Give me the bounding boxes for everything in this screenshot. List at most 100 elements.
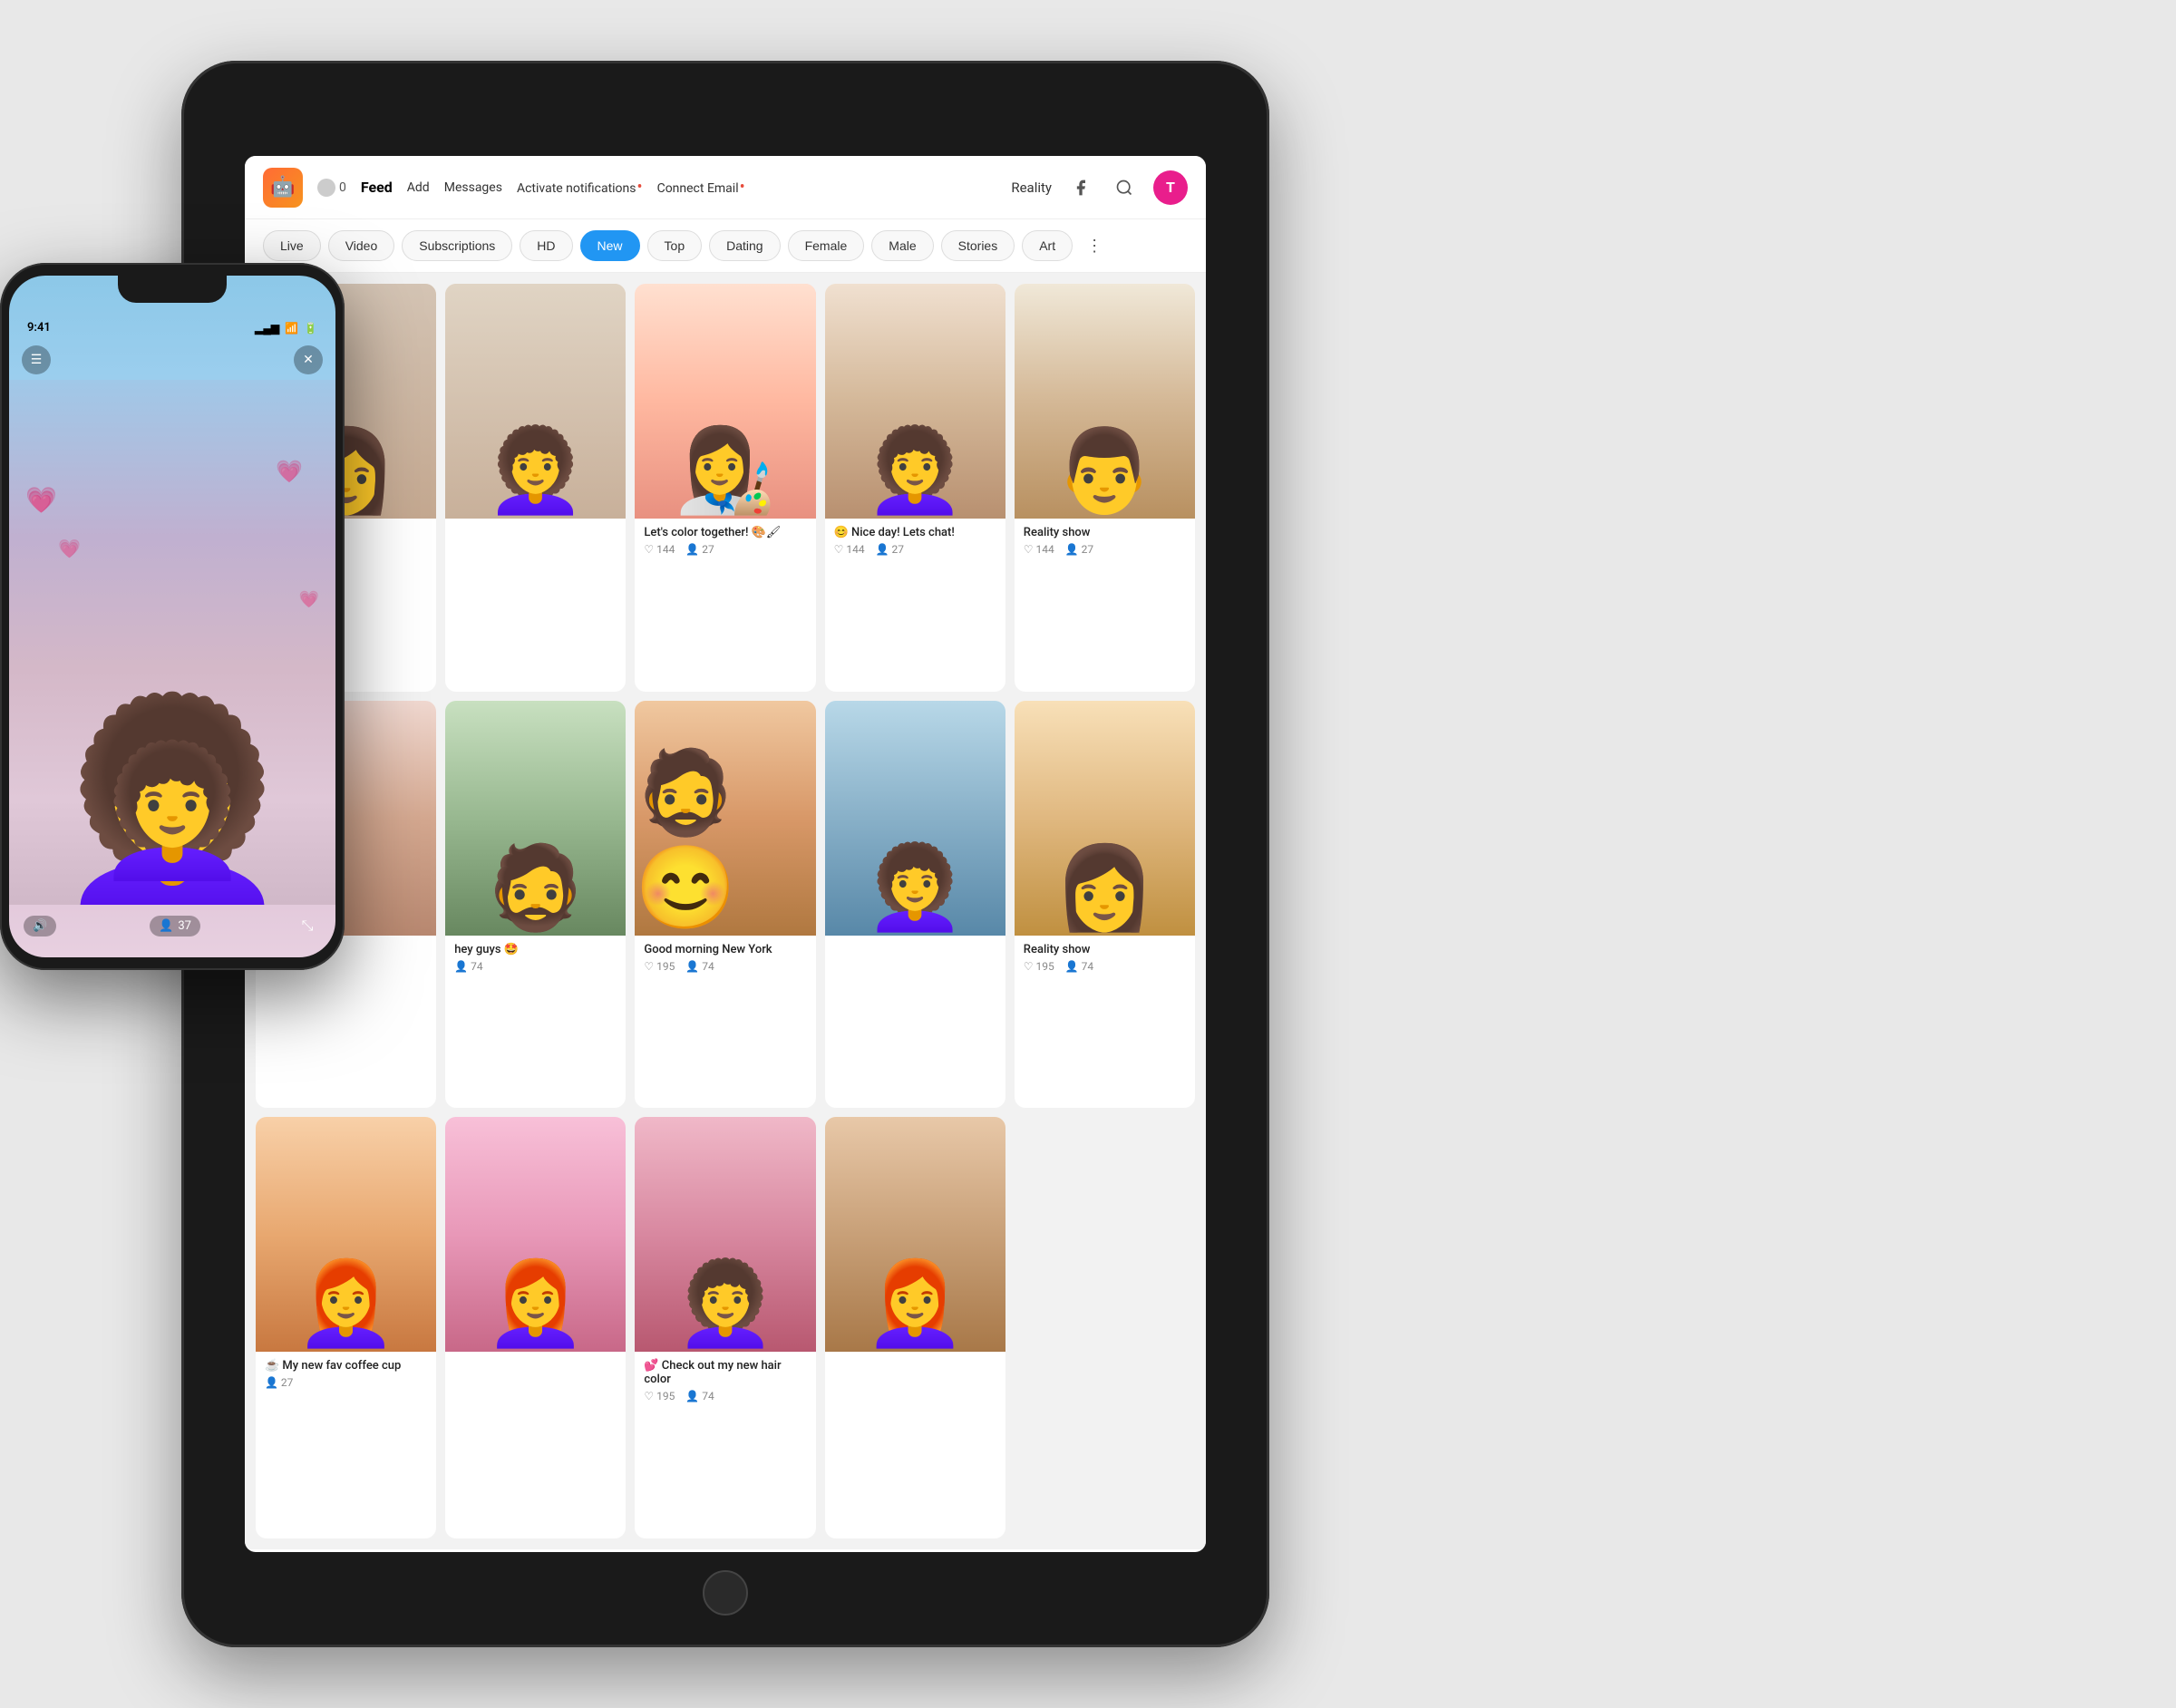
card-8-info: Good morning New York ♡ 195 👤 74 <box>635 936 815 980</box>
card-13-likes: ♡ 195 <box>644 1390 675 1402</box>
cat-new[interactable]: New <box>580 230 640 261</box>
coin-display: 0 <box>317 179 346 197</box>
card-4[interactable]: 👩‍🦱 😊 Nice day! Lets chat! ♡ 144 👤 27 <box>825 284 1005 692</box>
card-3-likes: ♡ 144 <box>644 543 675 556</box>
card-5-viewers: 👤 27 <box>1065 543 1093 556</box>
card-5-reality-show[interactable]: 👨 Reality show ♡ 144 👤 27 <box>1015 284 1195 692</box>
card-3-meta: ♡ 144 👤 27 <box>644 543 806 556</box>
tablet-screen: 🤖 0 Feed Add Messages Activate notificat… <box>245 156 1206 1552</box>
logo-emoji: 🤖 <box>270 176 295 199</box>
phone-status-bar: 9:41 ▂▄▆ 📶 🔋 <box>9 276 335 340</box>
user-avatar[interactable]: T <box>1153 170 1188 205</box>
tablet-device: 🤖 0 Feed Add Messages Activate notificat… <box>181 61 1269 1647</box>
card-reality-show-2[interactable]: 👩 Reality show ♡ 195 👤 74 <box>1015 701 1195 1109</box>
navbar: 🤖 0 Feed Add Messages Activate notificat… <box>245 156 1206 219</box>
cat-subscriptions[interactable]: Subscriptions <box>402 230 512 261</box>
coin-count: 0 <box>339 180 346 195</box>
viewers-number: 37 <box>178 919 191 933</box>
email-nav-item[interactable]: Connect Email <box>657 178 745 197</box>
card-10-info: Reality show ♡ 195 👤 74 <box>1015 936 1195 980</box>
notify-nav-item[interactable]: Activate notifications <box>517 178 643 197</box>
facebook-icon[interactable] <box>1066 173 1095 202</box>
phone-wifi-icon: 📶 <box>285 322 298 335</box>
cat-top[interactable]: Top <box>647 230 703 261</box>
card-4-likes: ♡ 144 <box>834 543 865 556</box>
card-11-info: ☕ My new fav coffee cup 👤 27 <box>256 1352 436 1396</box>
card-5-info: Reality show ♡ 144 👤 27 <box>1015 519 1195 563</box>
card-4-meta: ♡ 144 👤 27 <box>834 543 996 556</box>
card-4-title: 😊 Nice day! Lets chat! <box>834 526 996 539</box>
phone-menu-button[interactable]: ☰ <box>22 345 51 374</box>
card-3-viewers: 👤 27 <box>685 543 714 556</box>
coin-icon <box>317 179 335 197</box>
card-5-meta: ♡ 144 👤 27 <box>1024 543 1186 556</box>
card-11-title: ☕ My new fav coffee cup <box>265 1359 427 1373</box>
phone-streamer-photo: 💗 💗 💗 💗 👩‍🦱 <box>9 380 335 905</box>
phone-time: 9:41 <box>27 321 51 335</box>
card-10-meta: ♡ 195 👤 74 <box>1024 960 1186 973</box>
reality-nav-item[interactable]: Reality <box>1011 180 1052 196</box>
card-5-title: Reality show <box>1024 526 1186 539</box>
cat-female[interactable]: Female <box>788 230 865 261</box>
card-coffee-cup[interactable]: 👩‍🦰 ☕ My new fav coffee cup 👤 27 <box>256 1117 436 1538</box>
cat-male[interactable]: Male <box>871 230 933 261</box>
card-13-meta: ♡ 195 👤 74 <box>644 1390 806 1402</box>
card-11-viewers: 👤 27 <box>265 1376 293 1389</box>
cat-art[interactable]: Art <box>1022 230 1073 261</box>
card-13-info: 💕 Check out my new hair color ♡ 195 👤 74 <box>635 1352 815 1410</box>
speaker-icon: 🔊 <box>33 919 47 933</box>
phone-viewers-count: 👤 37 <box>150 916 200 936</box>
phone-audio-icon[interactable]: 🔊 <box>24 916 56 936</box>
card-7-title: hey guys 🤩 <box>454 943 617 956</box>
phone-screen: 9:41 ▂▄▆ 📶 🔋 ☰ ✕ 💗 💗 <box>9 276 335 957</box>
card-10-likes: ♡ 195 <box>1024 960 1054 973</box>
card-8-likes: ♡ 195 <box>644 960 675 973</box>
card-13-title: 💕 Check out my new hair color <box>644 1359 806 1386</box>
phone-signal-icon: ▂▄▆ <box>255 322 279 335</box>
cat-hd[interactable]: HD <box>520 230 572 261</box>
cat-live[interactable]: Live <box>263 230 321 261</box>
app-logo: 🤖 <box>263 168 303 208</box>
card-13-viewers: 👤 74 <box>685 1390 714 1402</box>
viewers-icon: 👤 <box>159 919 173 933</box>
card-good-morning-ny[interactable]: 🧔😊 Good morning New York ♡ 195 👤 74 <box>635 701 815 1109</box>
cat-stories[interactable]: Stories <box>941 230 1015 261</box>
card-8-title: Good morning New York <box>644 943 806 956</box>
category-bar: Live Video Subscriptions HD New Top Dati… <box>245 219 1206 273</box>
add-nav-item[interactable]: Add <box>407 180 430 195</box>
tablet-home-button[interactable] <box>703 1570 748 1616</box>
more-categories-icon[interactable]: ⋮ <box>1080 231 1109 260</box>
phone-expand-button[interactable]: ⤡ <box>294 912 321 939</box>
card-10-viewers: 👤 74 <box>1065 960 1093 973</box>
card-3[interactable]: 👩‍🎨 Let's color together! 🎨🖌 ♡ 144 👤 27 <box>635 284 815 692</box>
card-7[interactable]: 🧔 hey guys 🤩 👤 74 <box>445 701 626 1109</box>
phone-content: 9:41 ▂▄▆ 📶 🔋 ☰ ✕ 💗 💗 <box>9 276 335 957</box>
messages-nav-item[interactable]: Messages <box>444 180 502 195</box>
card-11-meta: 👤 27 <box>265 1376 427 1389</box>
card-14[interactable]: 👩‍🦰 <box>825 1117 1005 1538</box>
cat-video[interactable]: Video <box>328 230 395 261</box>
card-hair-color[interactable]: 👩‍🦱 💕 Check out my new hair color ♡ 195 … <box>635 1117 815 1538</box>
card-9[interactable]: 👩‍🦱 <box>825 701 1005 1109</box>
card-10-title: Reality show <box>1024 943 1186 956</box>
card-7-info: hey guys 🤩 👤 74 <box>445 936 626 980</box>
card-3-title: Let's color together! 🎨🖌 <box>644 526 806 539</box>
feed-nav-item[interactable]: Feed <box>361 179 393 196</box>
card-7-meta: 👤 74 <box>454 960 617 973</box>
card-4-viewers: 👤 27 <box>876 543 904 556</box>
phone-controls: ☰ ✕ <box>9 340 335 380</box>
search-icon[interactable] <box>1110 173 1139 202</box>
phone-live-photo: 💗 💗 💗 💗 👩‍🦱 <box>9 380 335 905</box>
content-grid: 👩 👩‍🦱 👩‍🎨 Let's color <box>245 273 1206 1549</box>
phone-device: 9:41 ▂▄▆ 📶 🔋 ☰ ✕ 💗 💗 <box>0 263 345 970</box>
card-12[interactable]: 👩‍🦰 <box>445 1117 626 1538</box>
card-4-info: 😊 Nice day! Lets chat! ♡ 144 👤 27 <box>825 519 1005 563</box>
phone-battery-icon: 🔋 <box>304 322 317 335</box>
card-8-meta: ♡ 195 👤 74 <box>644 960 806 973</box>
phone-close-button[interactable]: ✕ <box>294 345 323 374</box>
card-3-info: Let's color together! 🎨🖌 ♡ 144 👤 27 <box>635 519 815 563</box>
card-2[interactable]: 👩‍🦱 <box>445 284 626 692</box>
cat-dating[interactable]: Dating <box>709 230 780 261</box>
card-5-likes: ♡ 144 <box>1024 543 1054 556</box>
card-8-viewers: 👤 74 <box>685 960 714 973</box>
